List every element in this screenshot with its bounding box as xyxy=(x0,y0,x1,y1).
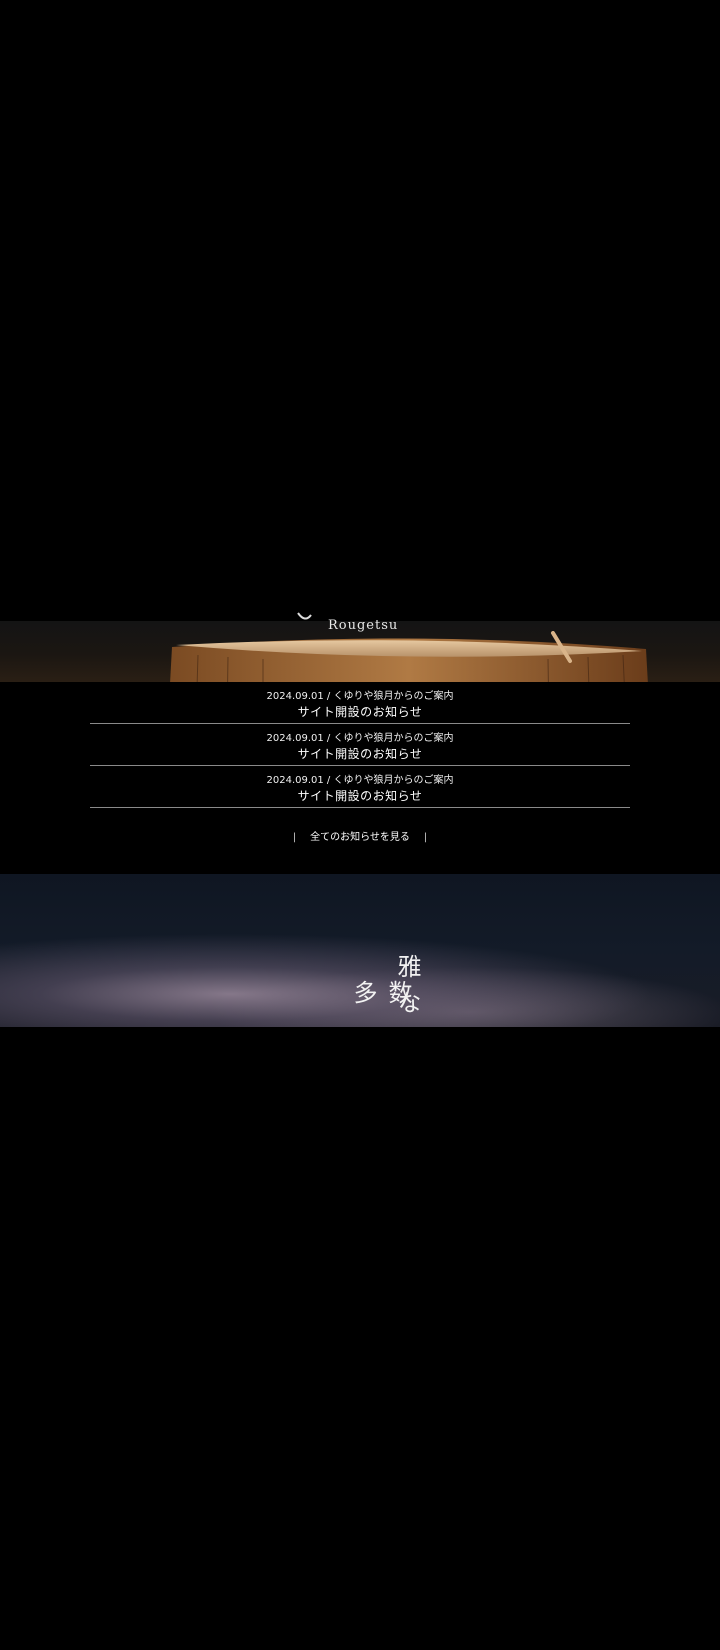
news-list: 2024.09.01 / くゆりや狼月からのご案内 サイト開設のお知らせ 202… xyxy=(90,682,630,808)
concept-section: 雅な 数多 xyxy=(0,874,720,1027)
news-more: | 全てのお知らせを見る | xyxy=(0,828,720,843)
divider-bar: | xyxy=(292,832,297,843)
news-item[interactable]: 2024.09.01 / くゆりや狼月からのご案内 サイト開設のお知らせ xyxy=(90,682,630,724)
page: Rougetsu 2024.09.01 / くゆりや狼月からのご案内 サイト開設… xyxy=(0,0,720,1650)
news-meta: 2024.09.01 / くゆりや狼月からのご案内 xyxy=(266,775,454,786)
incense-bowl-image xyxy=(170,631,648,682)
news-meta: 2024.09.01 / くゆりや狼月からのご案内 xyxy=(266,733,454,744)
divider-bar: | xyxy=(423,832,428,843)
logo-text[interactable]: Rougetsu xyxy=(328,618,398,633)
news-title[interactable]: サイト開設のお知らせ xyxy=(90,704,630,721)
news-title[interactable]: サイト開設のお知らせ xyxy=(90,746,630,763)
news-title[interactable]: サイト開設のお知らせ xyxy=(90,788,630,805)
news-item[interactable]: 2024.09.01 / くゆりや狼月からのご案内 サイト開設のお知らせ xyxy=(90,766,630,808)
concept-text-col2: 数多 xyxy=(349,980,412,1016)
view-all-news-link[interactable]: 全てのお知らせを見る xyxy=(310,832,410,843)
news-meta: 2024.09.01 / くゆりや狼月からのご案内 xyxy=(266,691,454,702)
news-item[interactable]: 2024.09.01 / くゆりや狼月からのご案内 サイト開設のお知らせ xyxy=(90,724,630,766)
logo-mark-icon xyxy=(297,612,312,620)
